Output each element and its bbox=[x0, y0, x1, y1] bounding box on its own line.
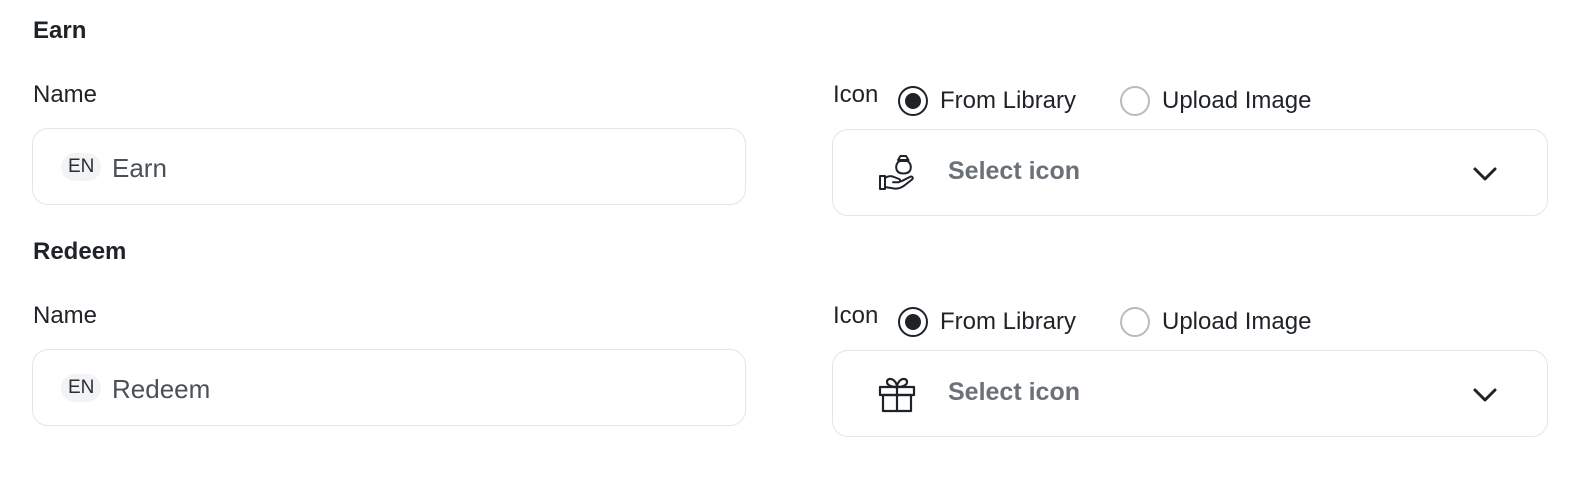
name-label: Name bbox=[33, 81, 98, 108]
radio-checked-icon[interactable] bbox=[898, 86, 928, 116]
chevron-down-icon[interactable] bbox=[1471, 161, 1499, 185]
radio-from-library[interactable]: From Library bbox=[898, 305, 1076, 339]
section-title: Earn bbox=[33, 17, 87, 44]
language-badge: EN bbox=[61, 153, 102, 181]
radio-from-library[interactable]: From Library bbox=[898, 84, 1076, 118]
gift-icon bbox=[878, 377, 916, 413]
radio-label: From Library bbox=[940, 87, 1077, 114]
earn-icon-select[interactable]: Select icon bbox=[832, 129, 1548, 216]
radio-upload-image[interactable]: Upload Image bbox=[1120, 84, 1311, 118]
radio-unchecked-icon[interactable] bbox=[1120, 307, 1150, 337]
language-badge: EN bbox=[61, 374, 102, 402]
earn-name-input[interactable]: EN Earn bbox=[32, 128, 746, 205]
section-title: Redeem bbox=[33, 238, 127, 265]
radio-label: Upload Image bbox=[1162, 87, 1312, 114]
radio-checked-icon[interactable] bbox=[898, 307, 928, 337]
icon-label: Icon bbox=[833, 81, 879, 108]
radio-unchecked-icon[interactable] bbox=[1120, 86, 1150, 116]
select-placeholder: Select icon bbox=[948, 157, 1080, 185]
chevron-down-icon[interactable] bbox=[1471, 382, 1499, 406]
redeem-section: Redeem Name EN Redeem Icon From Library … bbox=[0, 221, 1584, 441]
select-placeholder: Select icon bbox=[948, 378, 1080, 406]
name-label: Name bbox=[33, 302, 98, 329]
earn-section: Earn Name EN Earn Icon From Library Uplo… bbox=[0, 0, 1584, 220]
money-bag-hand-icon bbox=[879, 155, 914, 190]
radio-label: Upload Image bbox=[1162, 308, 1312, 335]
radio-upload-image[interactable]: Upload Image bbox=[1120, 305, 1311, 339]
name-input-value[interactable]: Redeem bbox=[112, 374, 210, 404]
radio-label: From Library bbox=[940, 308, 1077, 335]
redeem-icon-select[interactable]: Select icon bbox=[832, 350, 1548, 437]
name-input-value[interactable]: Earn bbox=[112, 153, 167, 183]
redeem-name-input[interactable]: EN Redeem bbox=[32, 349, 746, 426]
icon-label: Icon bbox=[833, 302, 879, 329]
